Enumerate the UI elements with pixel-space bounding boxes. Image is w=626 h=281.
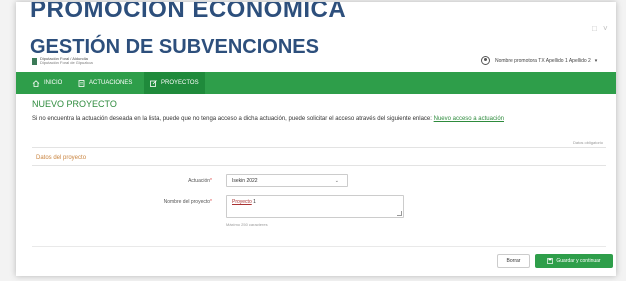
brand-line-1: PROMOCIÓN ECONÓMICA [30,2,347,23]
edit-icon [150,79,157,87]
required-asterisk: * [210,178,212,184]
logo-text: Diputación Foral / Aldundia Diputación F… [40,57,93,65]
user-name: Nombre promotora TX Apellido 1 Apellido … [495,57,591,64]
save-continue-button[interactable]: Guardar y continuar [535,254,613,268]
required-asterisk: * [210,199,212,205]
main-nav: INICIO ACTUACIONES PROYECTOS [16,72,616,94]
logo-subtitle: Diputación Foral de Gipuzkoa [40,60,93,65]
actuacion-label: Actuación* [188,178,212,184]
document-icon [78,79,85,87]
user-menu[interactable]: Nombre promotora TX Apellido 1 Apellido … [481,56,597,65]
nav-item-inicio[interactable]: INICIO [32,72,62,94]
page-card: PROMOCIÓN ECONÓMICA GESTIÓN DE SUBVENCIO… [16,2,616,276]
nav-label-actuaciones: ACTUACIONES [89,80,133,86]
chevron-down-icon: ⌄ [334,178,339,184]
chevron-down-icon: ▾ [594,57,598,64]
nav-item-proyectos[interactable]: PROYECTOS [144,72,205,94]
required-note: Datos obligatorio [572,140,603,145]
logo-mark [32,58,37,65]
intro-text: Si no encuentra la actuación deseada en … [32,116,504,122]
window-restore-icon[interactable]: □ [592,24,597,33]
resize-handle-icon[interactable] [397,211,402,216]
section-title: Datos del proyecto [36,155,87,161]
nav-label-proyectos: PROYECTOS [161,80,199,86]
nombre-label: Nombre del proyecto* [164,199,212,205]
divider [32,147,606,148]
nombre-value-rest: 1 [251,199,256,205]
actuacion-label-text: Actuación [188,178,211,184]
window-menu-icon[interactable]: ˅ [603,24,608,33]
access-request-link[interactable]: Nuevo acceso a actuación [434,116,504,122]
actuacion-select[interactable]: Isekin 2022 ⌄ [226,174,348,187]
reset-button[interactable]: Borrar [497,254,530,268]
nav-item-actuaciones[interactable]: ACTUACIONES [78,72,132,94]
divider [32,165,606,166]
nombre-proyecto-textarea[interactable]: Proyecto 1 [226,195,404,218]
max-chars-hint: Máximo 250 caracteres [226,222,268,227]
nombre-value-word: Proyecto [232,199,252,205]
page-title: NUEVO PROYECTO [32,99,117,109]
nav-label-inicio: INICIO [44,80,63,86]
intro-message: Si no encuentra la actuación deseada en … [32,116,432,122]
save-label: Guardar y continuar [556,258,601,264]
nombre-label-text: Nombre del proyecto [163,199,211,205]
divider [32,246,606,247]
save-icon [547,258,554,264]
home-icon [32,79,40,87]
actuacion-value: Isekin 2022 [232,177,258,184]
user-icon [481,56,490,65]
